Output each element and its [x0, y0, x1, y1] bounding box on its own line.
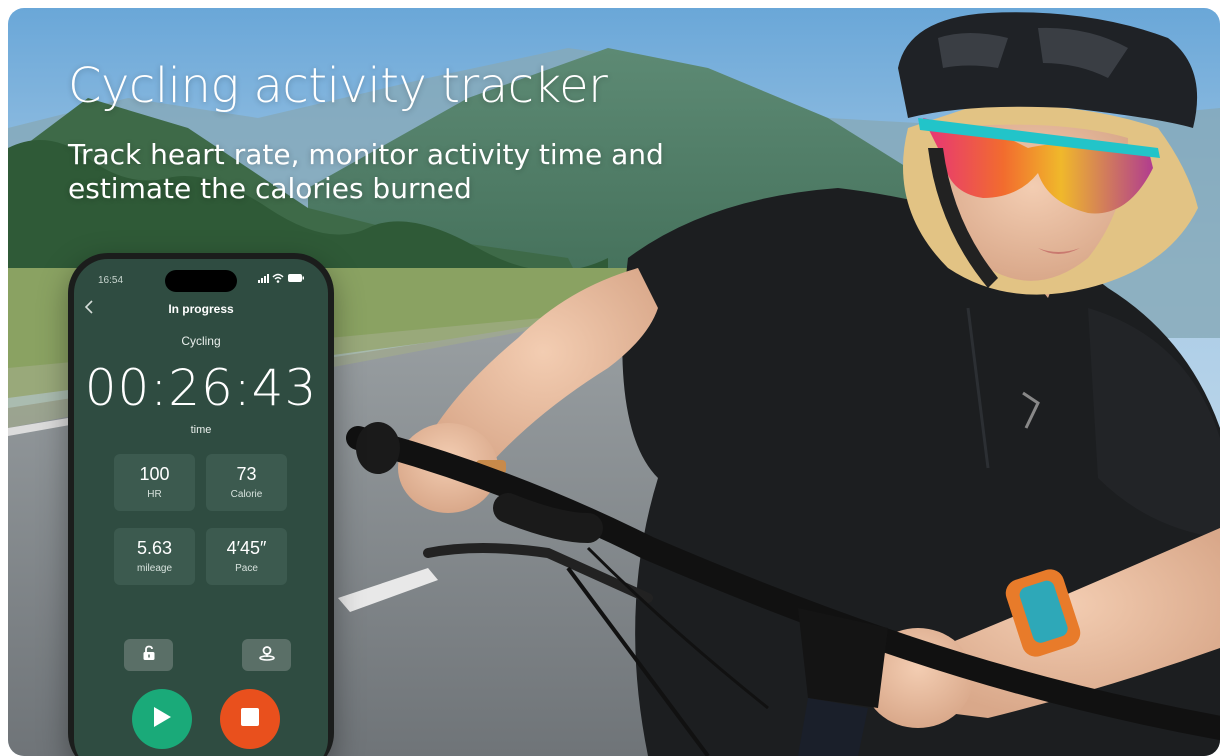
lock-open-icon — [142, 645, 156, 665]
dynamic-island — [165, 270, 237, 292]
timer-label: time — [190, 424, 212, 436]
stop-icon — [240, 707, 260, 731]
play-icon — [151, 705, 173, 733]
hero-banner: Cycling activity tracker Track heart rat… — [8, 8, 1220, 756]
stat-value: 5.63 — [136, 538, 173, 558]
stat-card-pace: 4′45″ Pace — [206, 528, 287, 585]
lock-button[interactable] — [124, 639, 173, 671]
stat-card-hr: 100 HR — [114, 454, 195, 511]
location-pin-icon — [258, 645, 276, 665]
stat-value: 73 — [236, 464, 257, 484]
phone-screen: 16:54 In progress Cycling 00:26:43 time … — [74, 259, 328, 756]
hero-title: Cycling activity tracker — [68, 58, 608, 114]
stat-card-calorie: 73 Calorie — [206, 454, 287, 511]
stat-label: Pace — [235, 563, 258, 574]
screen-title: In progress — [168, 302, 234, 316]
stat-label: mileage — [136, 563, 173, 574]
stat-label: HR — [147, 489, 162, 500]
stat-card-mileage: 5.63 mileage — [114, 528, 195, 585]
stat-value: 100 — [139, 464, 170, 484]
resume-button[interactable] — [132, 689, 192, 749]
activity-type: Cycling — [181, 334, 221, 348]
status-time: 16:54 — [98, 275, 124, 286]
stat-value: 4′45″ — [226, 538, 267, 558]
stop-button[interactable] — [220, 689, 280, 749]
phone-mockup: 16:54 In progress Cycling 00:26:43 time … — [68, 253, 334, 756]
status-signal-wifi-battery-icon — [258, 272, 304, 287]
stat-label: Calorie — [230, 489, 263, 500]
hero-subtitle: Track heart rate, monitor activity time … — [68, 138, 664, 205]
elapsed-timer: 00:26:43 — [84, 359, 318, 417]
location-button[interactable] — [242, 639, 291, 671]
